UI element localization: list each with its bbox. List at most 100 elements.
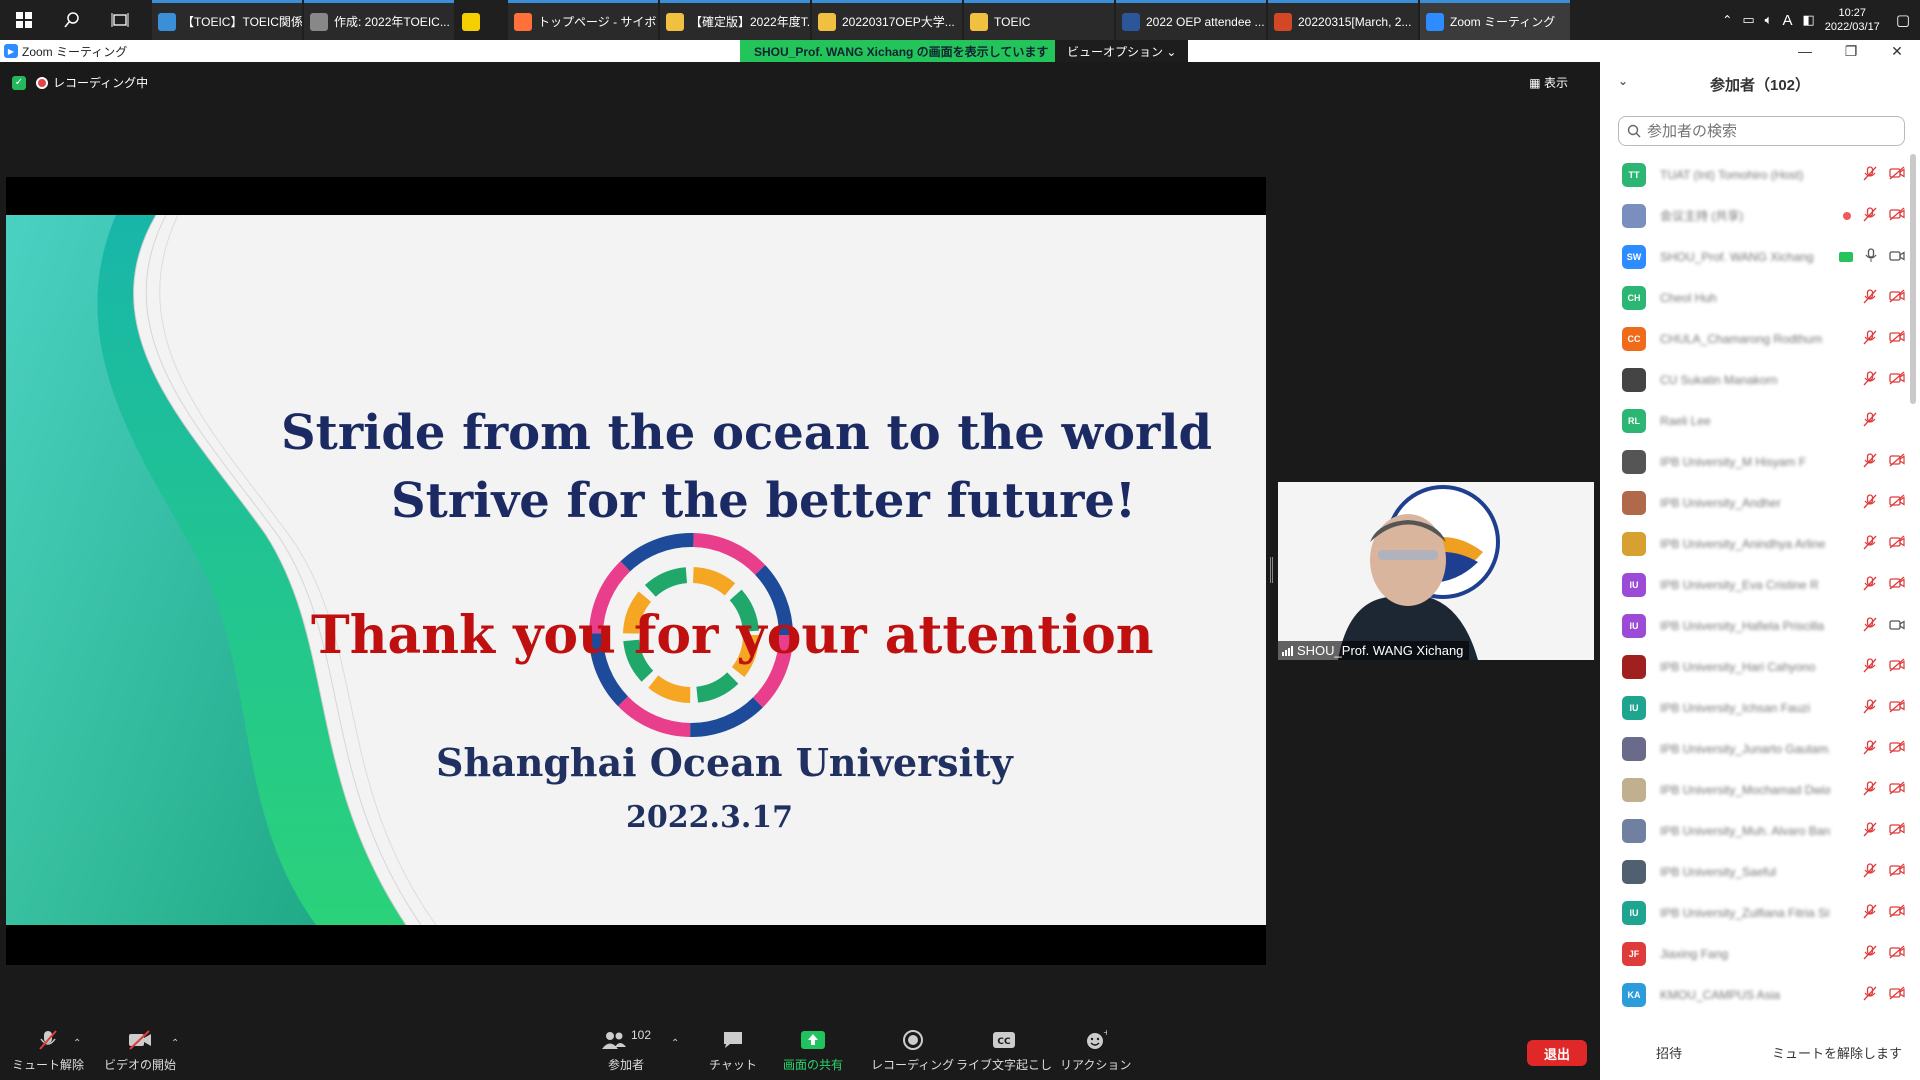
clock[interactable]: 10:27 2022/03/17 xyxy=(1825,6,1880,34)
participant-row[interactable]: IPB University_Andher xyxy=(1600,482,1905,523)
network-icon[interactable]: ▭ xyxy=(1742,12,1754,28)
security-shield-icon[interactable]: ✓ xyxy=(12,75,26,90)
taskbar-app-8[interactable]: 20220315[March, 2... xyxy=(1268,0,1418,40)
taskbar-app-1[interactable]: 作成: 2022年TOEIC... xyxy=(304,0,454,40)
chat-label: チャット xyxy=(709,1058,757,1072)
speaker-video xyxy=(1278,482,1594,660)
participant-list[interactable]: TT TUAT (Int) Tomohiro (Host) 会议主持 (共享) SW S… xyxy=(1600,154,1905,1014)
participants-label: 参加者 xyxy=(608,1058,645,1072)
participant-row[interactable]: SW SHOU_Prof. WANG Xichang xyxy=(1600,236,1905,277)
collapse-panel-icon[interactable]: ⌄ xyxy=(1618,74,1628,88)
participant-row[interactable]: IPB University_M Hisyam F xyxy=(1600,441,1905,482)
reactions-label: リアクション xyxy=(1060,1058,1132,1072)
camera-off-icon xyxy=(1889,863,1905,880)
camera-off-icon xyxy=(1889,658,1905,675)
participant-row[interactable]: KA KMOU_CAMPUS Asia xyxy=(1600,974,1905,1014)
recording-indicator[interactable]: レコーディング中 xyxy=(36,74,148,91)
minimize-button[interactable]: — xyxy=(1782,40,1828,62)
participant-name: SHOU_Prof. WANG Xichang xyxy=(1660,249,1814,264)
participant-row[interactable]: CH Cheol Huh xyxy=(1600,277,1905,318)
taskbar-app-5[interactable]: 20220317OEP大学... xyxy=(812,0,962,40)
participant-row[interactable]: IU IPB University_Ichsan Fauzi xyxy=(1600,687,1905,728)
camera-off-icon xyxy=(1889,822,1905,839)
participants-panel: ⌄ 参加者（102） TT TUAT (Int) Tomohiro (Host) 会… xyxy=(1600,62,1920,1080)
mic-muted-icon xyxy=(1863,821,1877,840)
participant-row[interactable]: IPB University_Anindhya Arline xyxy=(1600,523,1905,564)
reactions-button[interactable]: + リアクション xyxy=(1060,1028,1131,1073)
folder-icon xyxy=(970,12,988,31)
taskbar-app-3[interactable]: トップページ - サイボウ... xyxy=(508,0,658,40)
taskbar-app-7[interactable]: 2022 OEP attendee ... xyxy=(1116,0,1266,40)
chevron-up-icon[interactable]: ⌃ xyxy=(1722,13,1732,27)
ime-mode-icon[interactable]: ◧ xyxy=(1802,12,1814,28)
avatar: IU xyxy=(1622,572,1646,597)
view-label: 表示 xyxy=(1543,76,1568,90)
participant-row[interactable]: 会议主持 (共享) xyxy=(1600,195,1905,236)
participant-row[interactable]: IPB University_Hari Cahyono xyxy=(1600,646,1905,687)
unmute-button[interactable]: ミュート解除 xyxy=(12,1028,84,1073)
participant-row[interactable]: IPB University_Muh. Alvaro Bard... xyxy=(1600,810,1905,851)
taskbar-app-2[interactable] xyxy=(456,0,506,40)
participants-options-caret[interactable]: ⌃ xyxy=(671,1038,679,1049)
participant-row[interactable]: IPB University_Mochamad Dwia... xyxy=(1600,769,1905,810)
view-options-button[interactable]: ビューオプション ⌄ xyxy=(1055,40,1189,62)
audio-options-caret[interactable]: ⌃ xyxy=(73,1038,81,1049)
avatar xyxy=(1622,367,1646,392)
camera-off-icon xyxy=(1889,781,1905,798)
participant-row[interactable]: IU IPB University_Zulfiana Fitria Sifa xyxy=(1600,892,1905,933)
speaker-video-tile[interactable]: SHOU_Prof. WANG Xichang xyxy=(1278,482,1594,660)
ime-indicator[interactable]: A xyxy=(1782,12,1792,29)
mic-muted-icon xyxy=(1863,452,1877,471)
participant-row[interactable]: IPB University_Saeful xyxy=(1600,851,1905,892)
participant-row[interactable]: RL Raeli Lee xyxy=(1600,400,1905,441)
share-banner-text: SHOU_Prof. WANG Xichang の画面を表示しています xyxy=(754,44,1049,59)
task-view-icon[interactable] xyxy=(96,0,144,40)
participant-search-input[interactable] xyxy=(1647,122,1887,140)
start-video-label: ビデオの開始 xyxy=(104,1058,177,1072)
participant-list-scrollbar[interactable] xyxy=(1910,154,1916,404)
taskbar-app-0[interactable]: 【TOEIC】TOEIC関係 ... xyxy=(152,0,302,40)
taskbar-app-9[interactable]: Zoom ミーティング xyxy=(1420,0,1570,40)
share-screen-button[interactable]: 画面の共有 xyxy=(783,1028,843,1073)
live-transcript-button[interactable]: CC ライブ文字起こし xyxy=(956,1028,1052,1073)
invite-button[interactable]: 招待 xyxy=(1644,1037,1694,1068)
share-screen-label: 画面の共有 xyxy=(783,1058,844,1072)
taskbar-app-label: トップページ - サイボウ... xyxy=(538,15,658,29)
start-video-button[interactable]: ビデオの開始 xyxy=(104,1028,176,1073)
participant-row[interactable]: IPB University_Junarto Gautam... xyxy=(1600,728,1905,769)
zoom-icon xyxy=(1426,12,1444,31)
participant-name: IPB University_Andher xyxy=(1660,495,1781,510)
mic-muted-icon xyxy=(1863,944,1877,963)
record-button[interactable]: レコーディング xyxy=(871,1028,954,1073)
close-button[interactable]: ✕ xyxy=(1874,40,1920,62)
split-resize-handle[interactable] xyxy=(1270,557,1273,583)
mic-muted-icon xyxy=(1863,206,1877,225)
participant-row[interactable]: IU IPB University_Eva Cristine R xyxy=(1600,564,1905,605)
participant-name: KMOU_CAMPUS Asia xyxy=(1660,987,1781,1002)
view-button[interactable]: ▦ 表示 xyxy=(1529,74,1568,91)
restore-button[interactable]: ❐ xyxy=(1828,40,1874,62)
chat-button[interactable]: チャット xyxy=(709,1028,757,1073)
video-options-caret[interactable]: ⌃ xyxy=(171,1038,179,1049)
participant-row[interactable]: CU Sukatin Manakorn xyxy=(1600,359,1905,400)
participant-row[interactable]: IU IPB University_Hafiela Priscilla xyxy=(1600,605,1905,646)
taskbar-app-label: 【TOEIC】TOEIC関係 ... xyxy=(182,15,302,29)
record-label: レコーディング xyxy=(871,1058,955,1072)
windows-start-icon[interactable] xyxy=(0,0,48,40)
participant-row[interactable]: JF Jiaxing Fang xyxy=(1600,933,1905,974)
unmute-all-button[interactable]: ミュートを解除します xyxy=(1760,1037,1914,1068)
system-tray: ⌃ ▭ 🔈︎ A ◧ 10:27 2022/03/17 ▢ xyxy=(1722,0,1920,40)
participant-row[interactable]: TT TUAT (Int) Tomohiro (Host) xyxy=(1600,154,1905,195)
participant-search[interactable] xyxy=(1618,116,1905,146)
volume-icon[interactable]: 🔈︎ xyxy=(1765,12,1773,28)
leave-meeting-button[interactable]: 退出 xyxy=(1527,1040,1587,1066)
notification-icon[interactable]: ▢ xyxy=(1896,11,1910,29)
taskbar-app-4[interactable]: 【確定版】2022年度T... xyxy=(660,0,810,40)
live-transcript-label: ライブ文字起こし xyxy=(956,1058,1053,1072)
taskbar-app-6[interactable]: TOEIC xyxy=(964,0,1114,40)
search-icon[interactable] xyxy=(48,0,96,40)
onedrive-icon xyxy=(158,12,176,31)
participants-button[interactable]: 102 参加者 xyxy=(601,1028,651,1073)
participant-row[interactable]: CC CHULA_Chamarong Rodthum xyxy=(1600,318,1905,359)
participant-name: IPB University_Hari Cahyono xyxy=(1660,659,1816,674)
